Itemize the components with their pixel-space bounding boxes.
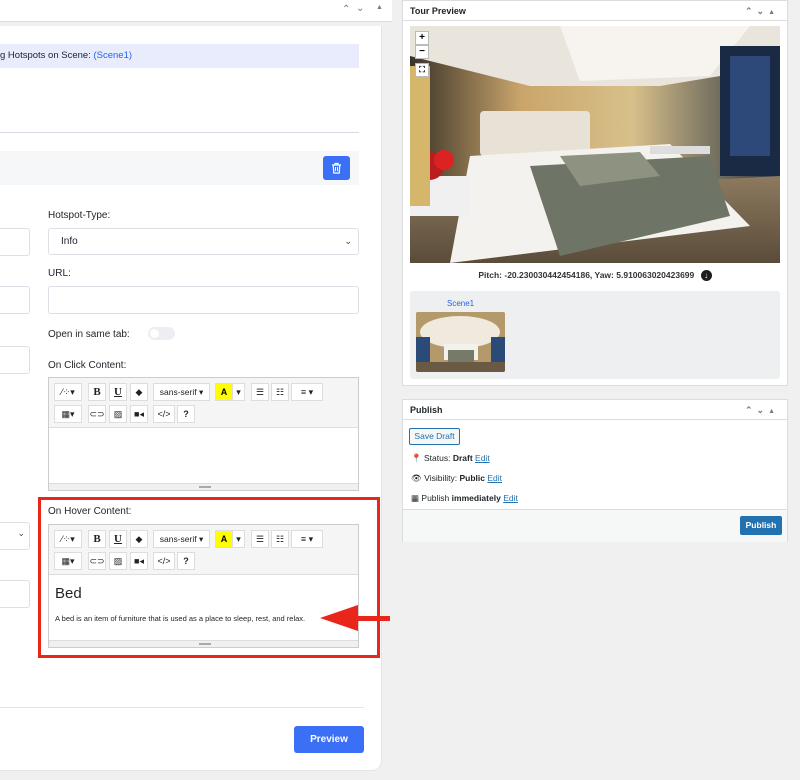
chevron-down-icon[interactable]: ⌄ bbox=[757, 6, 769, 16]
open-same-tab-toggle[interactable] bbox=[148, 327, 175, 340]
scene-name: Scene1 bbox=[447, 299, 475, 308]
editor-toolbar: ⁄⁘▾ B U ◆ sans-serif ▾ A ▾ ☰ ☷ ≡ ▾ ▦▾ ⊂⊃… bbox=[49, 378, 358, 428]
divider bbox=[0, 707, 364, 708]
help-button[interactable]: ? bbox=[177, 405, 195, 423]
editor-resize-handle[interactable] bbox=[49, 483, 358, 490]
left-field-4[interactable] bbox=[0, 580, 30, 608]
delete-hotspot-button[interactable] bbox=[323, 156, 350, 180]
open-same-tab-label: Open in same tab: bbox=[48, 329, 130, 340]
preview-button[interactable]: Preview bbox=[294, 726, 364, 753]
left-panel-header: ⌃ ⌄ ▲ bbox=[0, 0, 392, 22]
edit-status-link[interactable]: Edit bbox=[475, 453, 490, 463]
left-field-2[interactable] bbox=[0, 286, 30, 314]
pin-icon: 📍 bbox=[411, 453, 422, 463]
magic-wand-icon[interactable]: ⁄⁘▾ bbox=[54, 383, 82, 401]
publish-time-value: immediately bbox=[451, 493, 501, 503]
divider bbox=[0, 132, 359, 133]
panorama-image bbox=[410, 26, 780, 263]
chevron-up-icon[interactable]: ⌃ bbox=[745, 405, 757, 415]
publish-header: Publish ⌃⌄▲ bbox=[403, 400, 787, 420]
status-row: 📍 Status: Draft Edit bbox=[411, 453, 490, 463]
chevron-down-icon: ⌄ bbox=[344, 236, 352, 246]
ordered-list-icon[interactable]: ☷ bbox=[271, 383, 289, 401]
video-icon[interactable]: ■◂ bbox=[130, 405, 148, 423]
chevron-up-icon[interactable]: ⌃ bbox=[745, 6, 757, 16]
on-click-content-label: On Click Content: bbox=[48, 360, 127, 371]
link-icon[interactable]: ⊂⊃ bbox=[88, 405, 106, 423]
hotspot-banner: g Hotspots on Scene: (Scene1) bbox=[0, 44, 359, 68]
chevron-down-icon[interactable]: ⌄ bbox=[356, 3, 364, 14]
collapse-icon[interactable]: ▲ bbox=[376, 4, 383, 11]
code-view-button[interactable]: </> bbox=[153, 405, 175, 423]
publish-title: Publish bbox=[410, 405, 443, 415]
bold-button[interactable]: B bbox=[88, 383, 106, 401]
collapse-icon[interactable]: ▲ bbox=[768, 9, 779, 16]
caret-down-icon[interactable]: ▾ bbox=[233, 383, 245, 401]
hotspot-row-bar bbox=[0, 151, 359, 185]
publish-time-row: ▦ Publish immediately Edit bbox=[411, 493, 518, 503]
publish-actions bbox=[403, 509, 787, 542]
hotspot-type-value: Info bbox=[61, 236, 78, 247]
publish-button[interactable]: Publish bbox=[740, 516, 782, 535]
font-color-button[interactable]: A bbox=[215, 383, 233, 401]
collapse-icon[interactable]: ▲ bbox=[768, 408, 779, 415]
tour-preview-header: Tour Preview ⌃⌄▲ bbox=[403, 1, 787, 21]
chevron-up-icon[interactable]: ⌃ bbox=[342, 4, 350, 15]
tour-preview-title: Tour Preview bbox=[410, 6, 466, 16]
edit-publish-time-link[interactable]: Edit bbox=[503, 493, 518, 503]
underline-button[interactable]: U bbox=[109, 383, 127, 401]
chevron-down-icon[interactable]: ⌄ bbox=[757, 405, 769, 415]
hotspot-type-select[interactable]: Info ⌄ bbox=[48, 228, 359, 255]
panel-controls: ⌃⌄▲ bbox=[745, 1, 779, 23]
on-click-editor[interactable]: ⁄⁘▾ B U ◆ sans-serif ▾ A ▾ ☰ ☷ ≡ ▾ ▦▾ ⊂⊃… bbox=[48, 377, 359, 491]
image-icon[interactable]: ▨ bbox=[109, 405, 127, 423]
eraser-icon[interactable]: ◆ bbox=[130, 383, 148, 401]
eye-icon: 👁 bbox=[411, 473, 422, 483]
edit-visibility-link[interactable]: Edit bbox=[487, 473, 502, 483]
panorama-viewer[interactable]: + − ⛶ bbox=[410, 26, 780, 263]
trash-icon bbox=[332, 162, 341, 174]
unordered-list-icon[interactable]: ☰ bbox=[251, 383, 269, 401]
status-value: Draft bbox=[452, 453, 473, 463]
annotation-arrow-line bbox=[356, 616, 390, 621]
zoom-in-button[interactable]: + bbox=[415, 31, 429, 45]
visibility-row: 👁 Visibility: Public Edit bbox=[411, 473, 503, 483]
zoom-out-button[interactable]: − bbox=[415, 45, 429, 59]
download-icon[interactable]: ↓ bbox=[700, 270, 712, 282]
panel-controls: ⌃⌄▲ bbox=[745, 400, 779, 422]
font-family-select[interactable]: sans-serif ▾ bbox=[153, 383, 210, 401]
pitch-yaw-readout: Pitch: -20.230030442454186, Yaw: 5.91006… bbox=[410, 270, 780, 282]
table-icon[interactable]: ▦▾ bbox=[54, 405, 82, 423]
left-field-3[interactable] bbox=[0, 346, 30, 374]
url-label: URL: bbox=[48, 268, 71, 279]
url-input[interactable] bbox=[48, 286, 359, 314]
scene-thumbnail[interactable] bbox=[416, 312, 505, 372]
annotation-arrow-head bbox=[320, 605, 358, 631]
fullscreen-icon[interactable]: ⛶ bbox=[415, 63, 429, 77]
scene-thumbnail-image bbox=[416, 312, 505, 372]
hotspot-type-label: Hotspot-Type: bbox=[48, 210, 111, 221]
align-icon[interactable]: ≡ ▾ bbox=[291, 383, 323, 401]
left-select[interactable]: ⌄ bbox=[0, 522, 30, 550]
annotation-highlight-box bbox=[38, 497, 380, 658]
calendar-icon: ▦ bbox=[411, 493, 420, 503]
left-field-1[interactable] bbox=[0, 228, 30, 256]
save-draft-button[interactable]: Save Draft bbox=[409, 428, 460, 445]
publish-panel: Publish ⌃⌄▲ bbox=[402, 399, 788, 542]
visibility-value: Public bbox=[459, 473, 485, 483]
